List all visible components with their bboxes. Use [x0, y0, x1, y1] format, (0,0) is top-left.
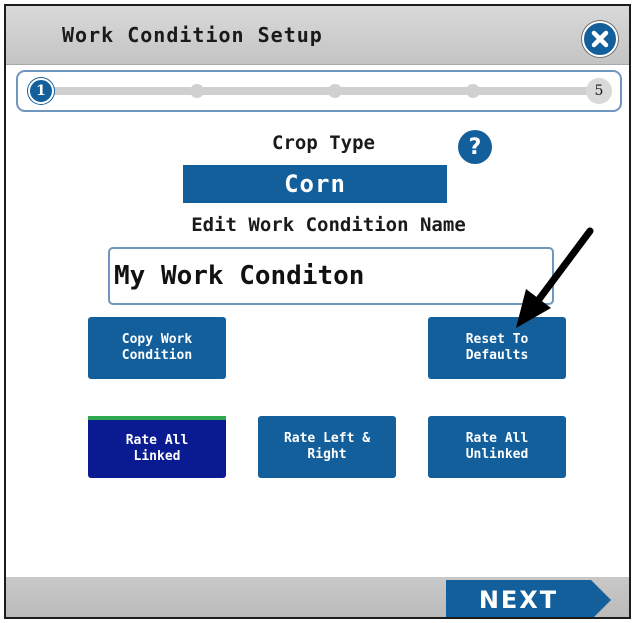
next-button-label: NEXT — [478, 586, 559, 614]
work-condition-setup-dialog: Work Condition Setup 1 5 Crop Type ? Cor… — [4, 4, 631, 619]
callout-arrow — [516, 227, 594, 328]
next-button[interactable]: NEXT — [446, 580, 611, 617]
